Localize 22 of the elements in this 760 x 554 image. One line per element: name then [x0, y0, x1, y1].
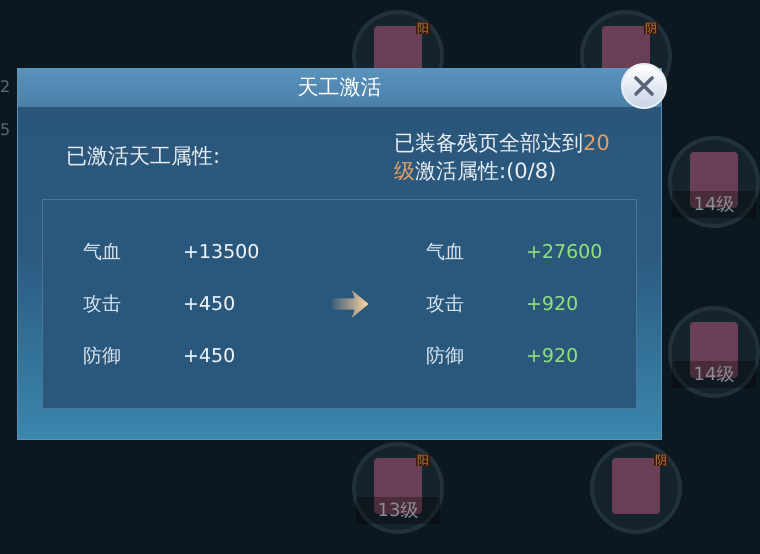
side-number: 5 — [0, 119, 10, 141]
stat-label: 气血 — [426, 240, 465, 265]
stat-value: +920 — [526, 344, 580, 369]
item-slot[interactable]: 阴 — [590, 442, 682, 534]
slot-badge: 阳 — [416, 454, 430, 466]
stat-value: +450 — [183, 292, 236, 317]
stat-label: 防御 — [83, 344, 122, 369]
section-heading: 已激活天工属性: — [66, 143, 220, 170]
stat-label: 攻击 — [426, 292, 465, 317]
slot-badge: 阴 — [654, 454, 668, 466]
stat-label: 攻击 — [83, 292, 122, 317]
side-number: 2 — [0, 76, 10, 98]
stat-value: +450 — [183, 344, 236, 369]
stat-label: 防御 — [426, 344, 465, 369]
stat-label: 气血 — [83, 240, 122, 265]
slot-badge: 阴 — [644, 22, 658, 34]
stat-value: +920 — [526, 292, 580, 317]
stat-value: +13500 — [183, 240, 260, 265]
requirement-text: 已装备残页全部达到20级激活属性:(0/8) — [394, 130, 611, 185]
close-icon — [633, 75, 655, 97]
stat-value: +27600 — [526, 240, 604, 265]
slot-badge: 阳 — [416, 22, 430, 34]
